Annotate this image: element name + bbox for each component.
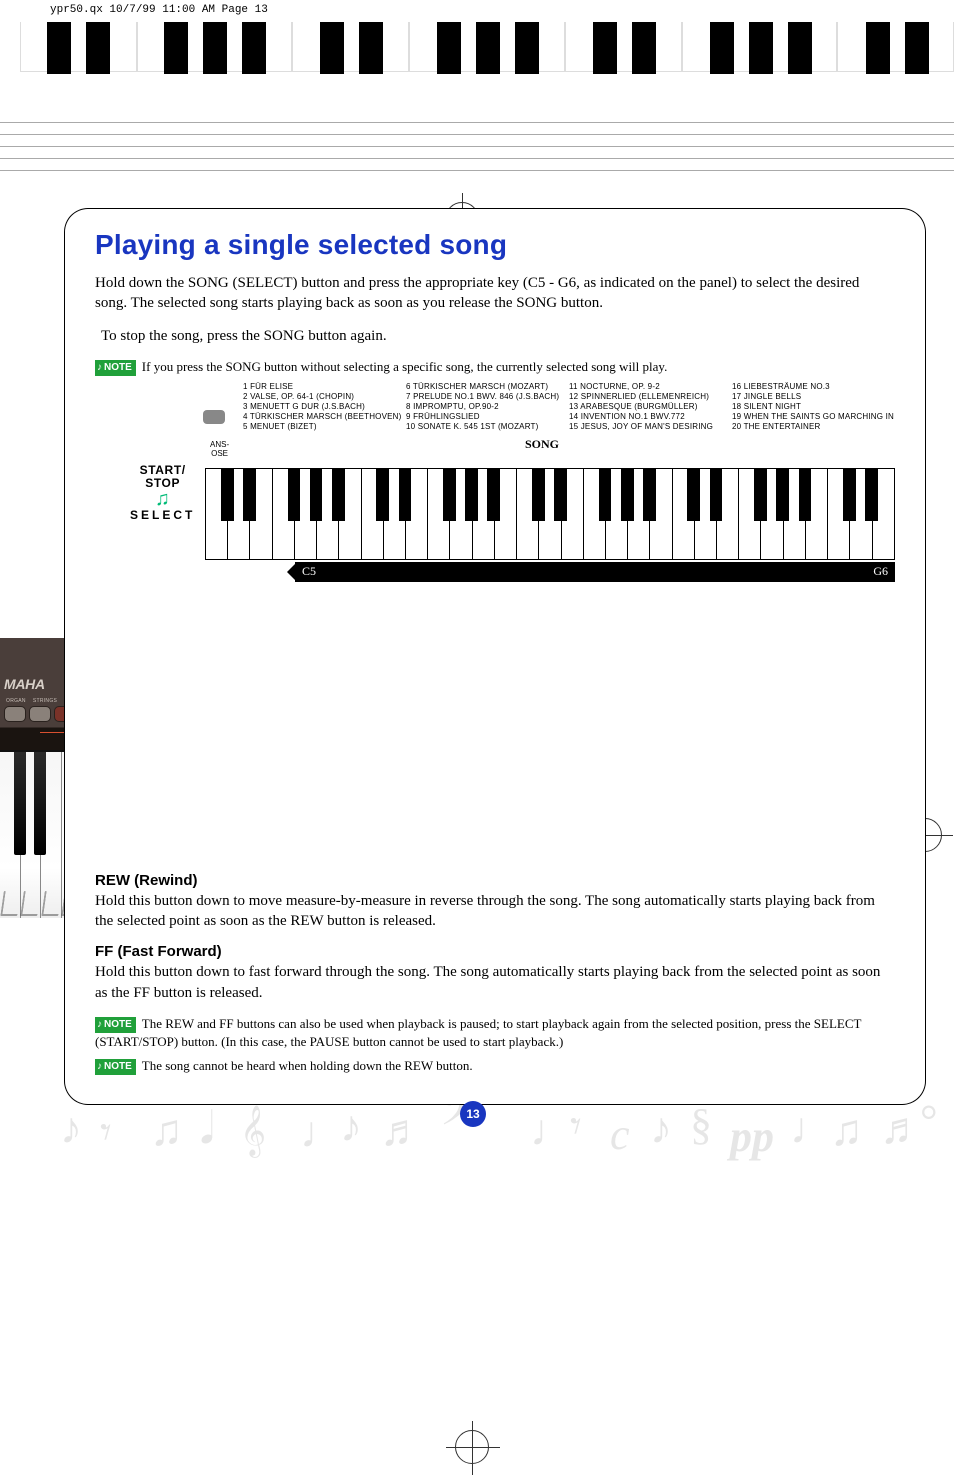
svg-text:°: ° (920, 1096, 938, 1145)
panel-diagram: 1 FÜR ELISE2 VALSE, OP. 64-1 (CHOPIN)3 M… (95, 382, 895, 592)
note-badge-icon: NOTE (95, 360, 136, 376)
note-line: NOTE If you press the SONG button without… (95, 358, 895, 376)
ansose-label: ANS- OSE (210, 440, 229, 458)
range-bar: C5 G6 (295, 562, 895, 582)
svg-text:pp: pp (726, 1112, 774, 1161)
note-line: NOTE The song cannot be heard when holdin… (95, 1057, 895, 1075)
svg-text:♪: ♪ (340, 1102, 362, 1151)
note-text: If you press the SONG button without sel… (142, 359, 668, 374)
note-line: NOTEThe REW and FF buttons can also be u… (95, 1015, 895, 1051)
section-title: Playing a single selected song (95, 229, 895, 261)
panel-button (29, 706, 51, 722)
range-high: G6 (873, 564, 888, 579)
svg-text:♫: ♫ (830, 1106, 863, 1155)
svg-text:§: § (690, 1100, 712, 1149)
page-number-badge: 13 (460, 1101, 486, 1127)
crop-mark-icon (455, 1430, 489, 1464)
start-stop-select-label: START/ STOP ♫ SELECT (130, 464, 195, 522)
svg-text:𝄞: 𝄞 (240, 1106, 266, 1158)
svg-text:♩: ♩ (790, 1104, 834, 1153)
banner-keyboard-art (0, 22, 954, 182)
paragraph: Hold this button down to move measure-by… (95, 891, 895, 932)
svg-text:♩: ♩ (300, 1108, 344, 1157)
note-badge-icon: NOTE (95, 1059, 136, 1075)
song-list-column: 16 LIEBESTRÄUME NO.317 JINGLE BELLS18 SI… (732, 382, 895, 438)
svg-text:c: c (610, 1110, 630, 1159)
print-header: ypr50.qx 10/7/99 11:00 AM Page 13 (0, 0, 954, 16)
svg-text:♩: ♩ (530, 1106, 574, 1155)
range-low: C5 (302, 564, 316, 579)
song-list-column: 11 NOCTURNE, OP. 9-212 SPINNERLIED (ELLE… (569, 382, 732, 438)
section-playing-song: Playing a single selected song Hold down… (64, 208, 926, 602)
brand-logo: MAHA (4, 676, 45, 692)
section-rew-ff: REW (Rewind) Hold this button down to mo… (64, 602, 926, 1105)
ansose-button-graphic (203, 410, 225, 424)
music-note-icon: ♫ (130, 489, 195, 509)
paragraph: Hold this button down to fast forward th… (95, 962, 895, 1003)
note-badge-icon: NOTE (95, 1017, 136, 1033)
panel-button (4, 706, 26, 722)
song-label: SONG (525, 437, 559, 452)
svg-text:𝄾: 𝄾 (100, 1108, 112, 1157)
svg-text:𝄾: 𝄾 (570, 1102, 582, 1151)
song-list-column: 6 TÜRKISCHER MARSCH (MOZART)7 PRELUDE NO… (406, 382, 569, 438)
svg-text:♫: ♫ (150, 1106, 183, 1155)
ff-heading: FF (Fast Forward) (95, 943, 895, 960)
paragraph: To stop the song, press the SONG button … (101, 326, 895, 346)
svg-text:♪: ♪ (60, 1104, 82, 1153)
svg-text:♬: ♬ (380, 1106, 424, 1155)
song-list-column: 1 FÜR ELISE2 VALSE, OP. 64-1 (CHOPIN)3 M… (243, 382, 406, 438)
svg-text:𝅘𝅥: 𝅘𝅥 (200, 1104, 214, 1153)
rew-heading: REW (Rewind) (95, 872, 895, 889)
note-text: The song cannot be heard when holding do… (142, 1058, 473, 1073)
note-text: The REW and FF buttons can also be used … (95, 1016, 861, 1049)
paragraph: Hold down the SONG (SELECT) button and p… (95, 273, 895, 314)
svg-text:♬: ♬ (880, 1104, 924, 1153)
svg-text:♪: ♪ (650, 1104, 672, 1153)
